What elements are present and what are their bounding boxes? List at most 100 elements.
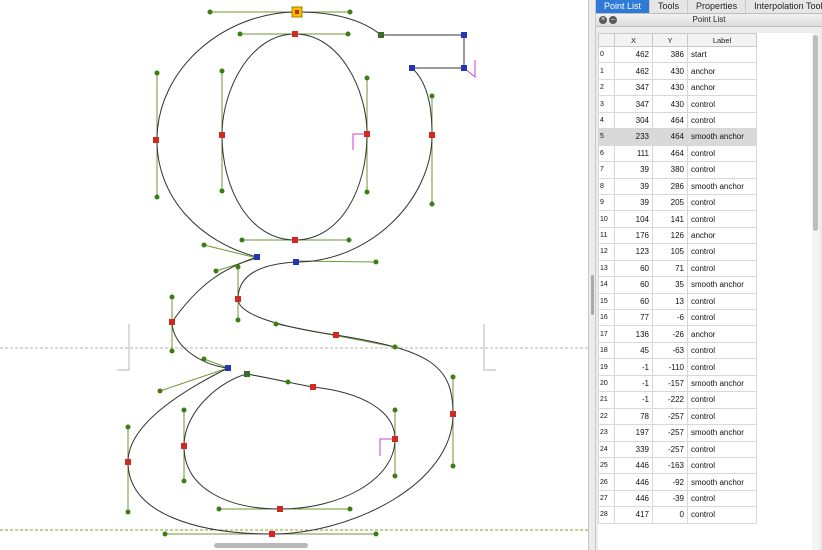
y-cell[interactable]: -63: [652, 341, 688, 360]
label-cell[interactable]: control: [687, 506, 757, 524]
table-row[interactable]: 2 347 430 anchor: [598, 78, 757, 97]
x-cell[interactable]: 197: [614, 424, 653, 442]
row-index[interactable]: 14: [598, 276, 615, 294]
column-header-y[interactable]: Y: [652, 33, 688, 47]
table-row[interactable]: 27 446 -39 control: [598, 489, 757, 508]
y-cell[interactable]: -257: [652, 407, 688, 426]
row-index[interactable]: 6: [598, 144, 615, 163]
y-cell[interactable]: 386: [652, 45, 688, 64]
label-cell[interactable]: start: [687, 45, 757, 64]
y-cell[interactable]: 13: [652, 292, 688, 311]
row-index[interactable]: 28: [598, 506, 615, 524]
x-cell[interactable]: 304: [614, 111, 653, 130]
label-cell[interactable]: anchor: [687, 325, 757, 343]
label-cell[interactable]: control: [687, 341, 757, 360]
label-cell[interactable]: control: [687, 489, 757, 508]
x-cell[interactable]: 111: [614, 144, 653, 163]
y-cell[interactable]: 35: [652, 276, 688, 294]
x-cell[interactable]: 60: [614, 259, 653, 278]
row-index[interactable]: 8: [598, 177, 615, 195]
x-cell[interactable]: 77: [614, 308, 653, 327]
row-index[interactable]: 23: [598, 424, 615, 442]
row-index[interactable]: 2: [598, 78, 615, 97]
tab-tools[interactable]: Tools: [650, 0, 689, 13]
y-cell[interactable]: 286: [652, 177, 688, 195]
table-row[interactable]: 11 176 126 anchor: [598, 226, 757, 245]
label-cell[interactable]: control: [687, 456, 757, 475]
row-index[interactable]: 7: [598, 161, 615, 179]
label-cell[interactable]: smooth anchor: [687, 424, 757, 442]
y-cell[interactable]: 464: [652, 128, 688, 146]
x-cell[interactable]: 39: [614, 177, 653, 195]
label-cell[interactable]: control: [687, 259, 757, 278]
table-row[interactable]: 1 462 430 anchor: [598, 62, 757, 80]
y-cell[interactable]: 464: [652, 144, 688, 163]
label-cell[interactable]: anchor: [687, 62, 757, 80]
x-cell[interactable]: 446: [614, 489, 653, 508]
table-row[interactable]: 4 304 464 control: [598, 111, 757, 130]
label-cell[interactable]: control: [687, 210, 757, 228]
row-index[interactable]: 25: [598, 456, 615, 475]
table-row[interactable]: 22 78 -257 control: [598, 407, 757, 426]
table-row[interactable]: 3 347 430 control: [598, 95, 757, 113]
handle-points[interactable]: [125, 9, 456, 537]
table-row[interactable]: 12 123 105 control: [598, 243, 757, 261]
horizontal-scrollbar[interactable]: [214, 543, 308, 548]
row-index[interactable]: 19: [598, 358, 615, 376]
y-cell[interactable]: 430: [652, 78, 688, 97]
x-cell[interactable]: 78: [614, 407, 653, 426]
row-index[interactable]: 17: [598, 325, 615, 343]
x-cell[interactable]: 462: [614, 45, 653, 64]
row-index[interactable]: 22: [598, 407, 615, 426]
label-cell[interactable]: control: [687, 144, 757, 163]
y-cell[interactable]: 430: [652, 95, 688, 113]
table-row[interactable]: 10 104 141 control: [598, 210, 757, 228]
table-row[interactable]: 0 462 386 start: [598, 45, 757, 64]
table-row[interactable]: 24 339 -257 control: [598, 440, 757, 458]
x-cell[interactable]: 45: [614, 341, 653, 360]
table-row[interactable]: 17 136 -26 anchor: [598, 325, 757, 343]
table-row[interactable]: 7 39 380 control: [598, 161, 757, 179]
vertical-scrollbar-thumb[interactable]: [813, 35, 818, 231]
tangent-anchor-points[interactable]: [244, 32, 384, 377]
x-cell[interactable]: 462: [614, 62, 653, 80]
y-cell[interactable]: 380: [652, 161, 688, 179]
y-cell[interactable]: -110: [652, 358, 688, 376]
row-index[interactable]: 21: [598, 391, 615, 409]
label-cell[interactable]: control: [687, 243, 757, 261]
x-cell[interactable]: -1: [614, 391, 653, 409]
y-cell[interactable]: 0: [652, 506, 688, 524]
y-cell[interactable]: -222: [652, 391, 688, 409]
label-cell[interactable]: anchor: [687, 78, 757, 97]
table-row[interactable]: 14 60 35 smooth anchor: [598, 276, 757, 294]
y-cell[interactable]: 464: [652, 111, 688, 130]
y-cell[interactable]: 141: [652, 210, 688, 228]
y-cell[interactable]: 205: [652, 193, 688, 212]
x-cell[interactable]: 104: [614, 210, 653, 228]
glyph-canvas[interactable]: [0, 0, 588, 550]
table-row[interactable]: 20 -1 -157 smooth anchor: [598, 374, 757, 393]
x-cell[interactable]: 136: [614, 325, 653, 343]
x-cell[interactable]: 446: [614, 456, 653, 475]
y-cell[interactable]: 105: [652, 243, 688, 261]
label-cell[interactable]: control: [687, 358, 757, 376]
table-row[interactable]: 28 417 0 control: [598, 506, 757, 524]
label-cell[interactable]: control: [687, 161, 757, 179]
y-cell[interactable]: 71: [652, 259, 688, 278]
table-row[interactable]: 26 446 -92 smooth anchor: [598, 473, 757, 491]
column-header-label[interactable]: Label: [687, 33, 757, 47]
table-row[interactable]: 6 111 464 control: [598, 144, 757, 163]
label-cell[interactable]: anchor: [687, 226, 757, 245]
x-cell[interactable]: 39: [614, 161, 653, 179]
x-cell[interactable]: 39: [614, 193, 653, 212]
row-index[interactable]: 24: [598, 440, 615, 458]
label-cell[interactable]: smooth anchor: [687, 177, 757, 195]
label-cell[interactable]: smooth anchor: [687, 374, 757, 393]
row-index[interactable]: 27: [598, 489, 615, 508]
label-cell[interactable]: control: [687, 440, 757, 458]
splitter-handle[interactable]: [591, 275, 594, 315]
y-cell[interactable]: -257: [652, 440, 688, 458]
x-cell[interactable]: 176: [614, 226, 653, 245]
smooth-anchor-points[interactable]: [125, 31, 456, 537]
y-cell[interactable]: -26: [652, 325, 688, 343]
